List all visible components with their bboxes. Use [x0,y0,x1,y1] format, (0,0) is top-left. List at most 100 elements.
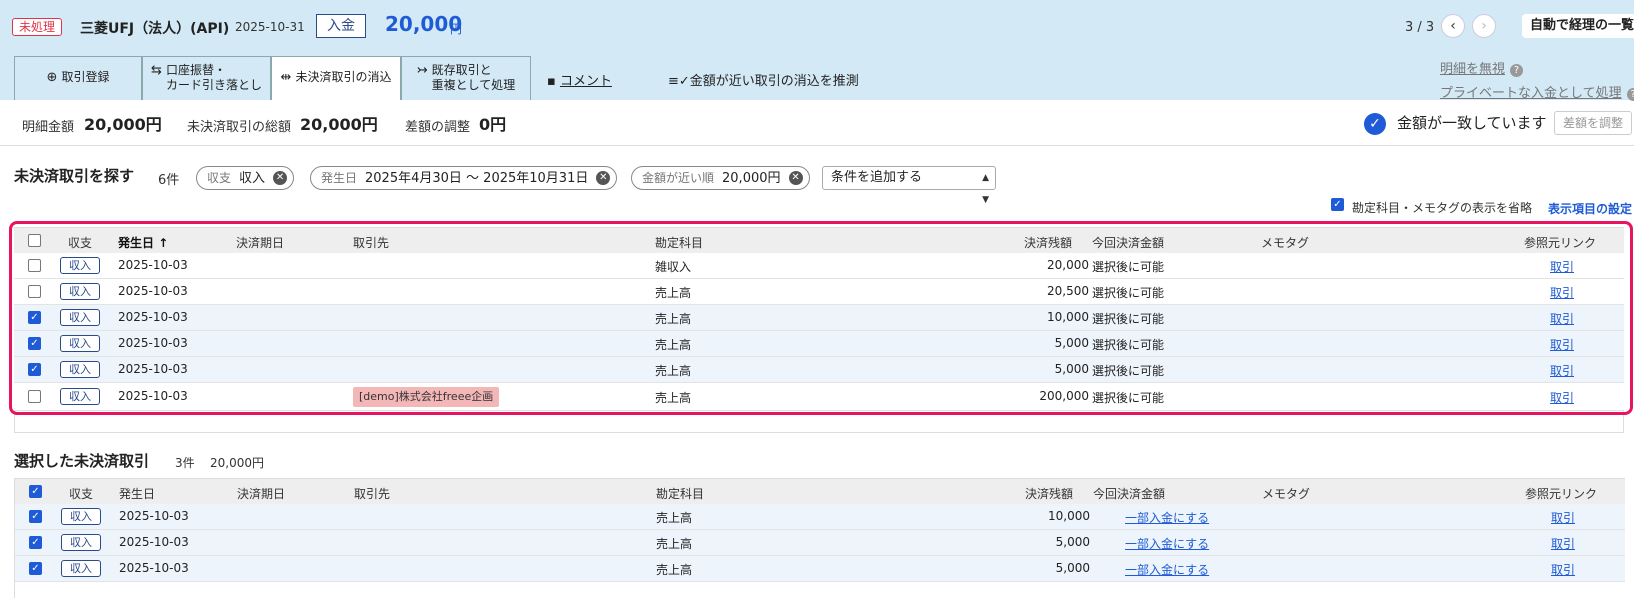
match-status: 金額が一致しています [1397,114,1547,132]
table-row[interactable]: ✓ 収入 2025-10-03 売上高 5,000 一部入金にする 取引 [15,556,1625,582]
ignore-statement-link[interactable]: 明細を無視? [1440,58,1524,77]
row-ref-link[interactable]: 取引 [1551,535,1575,552]
total-label: 未決済取引の総額 [187,120,292,135]
col-account: 勘定科目 [655,236,704,250]
tab-guess[interactable]: ≡✓金額が近い取引の消込を推測 [668,70,859,89]
selected-sum: 20,000円 [210,456,264,470]
status-badge: 未処理 [12,18,63,36]
row-account: 売上高 [656,511,693,525]
pager-text: 3 / 3 [1405,20,1435,35]
row-checkbox[interactable] [28,390,41,403]
filter-chip-type[interactable]: 収支 収入 ✕ [196,166,295,190]
row-checkbox[interactable]: ✓ [28,337,41,350]
row-checkbox[interactable] [28,259,41,272]
tab-register[interactable]: ⊕ 取引登録 [14,56,142,100]
col-date[interactable]: 発生日 [119,485,155,502]
col-this-amount: 今回決済金額 [1092,236,1165,250]
remove-filter-icon[interactable]: ✕ [788,171,803,185]
row-account: 売上高 [656,563,693,577]
display-settings-link[interactable]: 表示項目の設定 [1548,200,1632,217]
row-balance: 10,000 [1047,310,1089,324]
table-row[interactable]: ✓ 収入 2025-10-03 売上高 10,000 選択後に可能 取引 [14,305,1624,331]
detail-amount-label: 明細金額 [22,120,75,135]
type-tag: 収入 [61,534,101,551]
auto-accounting-list-button[interactable]: 自動で経理の一覧 [1522,14,1634,38]
tab-duplicate[interactable]: ↣ 既存取引と 重複として処理 [401,56,531,100]
table-footer [14,411,1624,433]
col-type: 収支 [68,236,93,250]
adjust-diff-button[interactable]: 差額を調整 [1554,111,1633,135]
type-tag: 収入 [60,388,100,405]
remove-filter-icon[interactable]: ✕ [596,171,611,185]
partner-tag: [demo]株式会社freee企画 [353,387,500,407]
row-ref-link[interactable]: 取引 [1550,389,1574,406]
currency-label: 円 [450,22,463,36]
partial-payment-link[interactable]: 一部入金にする [1125,535,1209,552]
row-account: 売上高 [656,537,693,551]
sort-asc-icon: ↑ [158,236,169,250]
row-this-amount: 選択後に可能 [1092,312,1165,326]
col-type: 収支 [69,487,94,501]
partial-payment-link[interactable]: 一部入金にする [1125,509,1209,526]
table-header: ✓ 収支 発生日 決済期日 取引先 勘定科目 決済残額 今回決済金額 メモタグ … [15,478,1625,504]
col-memo: メモタグ [1261,236,1310,250]
row-account: 売上高 [655,312,692,326]
row-balance: 5,000 [1054,362,1089,376]
row-checkbox[interactable] [28,285,41,298]
tab-comment[interactable]: ▪ コメント [547,70,612,89]
row-date: 2025-10-03 [118,310,188,324]
row-balance: 5,000 [1055,561,1090,575]
table-header: 収支 発生日 ↑ 決済期日 取引先 勘定科目 決済残額 今回決済金額 メモタグ … [14,227,1624,253]
col-partner: 取引先 [354,487,391,501]
tab-reconcile[interactable]: ⇹ 未決済取引の消込 [271,56,401,100]
diff-label: 差額の調整 [405,120,471,135]
col-due: 決済期日 [236,236,285,250]
partial-payment-link[interactable]: 一部入金にする [1125,561,1209,578]
table-row[interactable]: ✓ 収入 2025-10-03 売上高 5,000 選択後に可能 取引 [14,331,1624,357]
type-tag: 収入 [61,560,101,577]
col-date[interactable]: 発生日 ↑ [118,234,168,251]
row-checkbox[interactable]: ✓ [28,311,41,324]
row-account: 雑収入 [655,260,692,274]
list-check-icon: ≡✓ [668,74,690,89]
omit-display-checkbox[interactable]: ✓ [1331,198,1344,211]
private-income-link[interactable]: プライベートな入金として処理? [1440,82,1634,101]
table-row[interactable]: 収入 2025-10-03 売上高 20,500 選択後に可能 取引 [14,279,1624,305]
row-date: 2025-10-03 [118,336,188,350]
table-row[interactable]: 収入 2025-10-03 雑収入 20,000 選択後に可能 取引 [14,253,1624,279]
filter-chip-amount[interactable]: 金額が近い順 20,000円 ✕ [631,166,810,190]
comment-icon: ▪ [547,74,560,89]
row-ref-link[interactable]: 取引 [1551,509,1575,526]
row-ref-link[interactable]: 取引 [1550,362,1574,379]
swap-icon: ⇆ [151,63,162,78]
search-count: 6件 [158,173,180,188]
col-account: 勘定科目 [656,487,705,501]
row-checkbox[interactable]: ✓ [29,536,42,549]
table-row[interactable]: ✓ 収入 2025-10-03 売上高 10,000 一部入金にする 取引 [15,504,1625,530]
row-checkbox[interactable]: ✓ [29,562,42,575]
row-ref-link[interactable]: 取引 [1551,561,1575,578]
filter-chip-date[interactable]: 発生日 2025年4月30日 〜 2025年10月31日 ✕ [310,166,618,190]
row-ref-link[interactable]: 取引 [1550,258,1574,275]
select-all-checkbox[interactable]: ✓ [29,485,42,498]
row-ref-link[interactable]: 取引 [1550,336,1574,353]
col-this-amount: 今回決済金額 [1093,487,1166,501]
tab-transfer[interactable]: ⇆ 口座振替・ カード引き落とし [142,56,271,100]
row-date: 2025-10-03 [118,284,188,298]
row-ref-link[interactable]: 取引 [1550,310,1574,327]
diff-value: 0円 [479,115,507,134]
row-this-amount: 選択後に可能 [1092,391,1165,405]
table-row[interactable]: 収入 2025-10-03 [demo]株式会社freee企画 売上高 200,… [14,383,1624,411]
remove-filter-icon[interactable]: ✕ [273,171,288,185]
table-row[interactable]: ✓ 収入 2025-10-03 売上高 5,000 選択後に可能 取引 [14,357,1624,383]
table-row[interactable]: ✓ 収入 2025-10-03 売上高 5,000 一部入金にする 取引 [15,530,1625,556]
select-all-checkbox[interactable] [28,234,41,247]
prev-page-button[interactable]: ‹ [1441,14,1465,38]
bank-name: 三菱UFJ（法人）(API) [80,21,230,37]
summary-bar: 明細金額 20,000円 未決済取引の総額 20,000円 差額の調整 0円 ✓… [0,100,1634,146]
next-page-button[interactable]: › [1472,14,1496,38]
row-checkbox[interactable]: ✓ [29,510,42,523]
add-condition-select[interactable]: 条件を追加する ▲ ▼ [822,166,996,205]
row-ref-link[interactable]: 取引 [1550,284,1574,301]
row-checkbox[interactable]: ✓ [28,363,41,376]
